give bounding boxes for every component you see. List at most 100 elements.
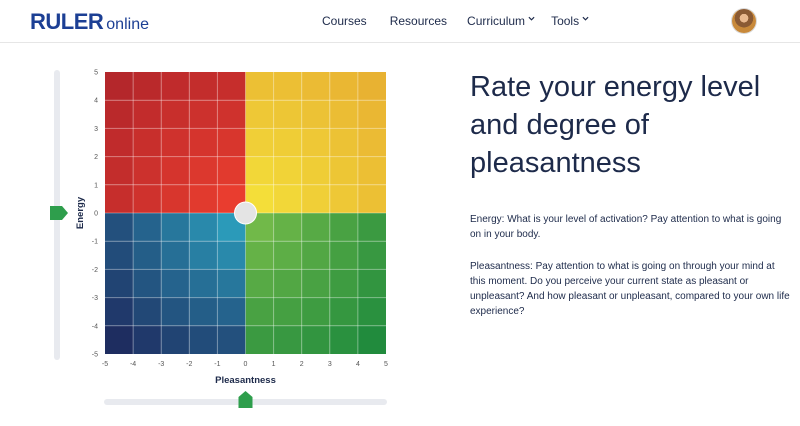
grid-cell[interactable] — [329, 100, 358, 129]
grid-cell[interactable] — [189, 128, 218, 157]
grid-cell[interactable] — [217, 241, 246, 270]
grid-cell[interactable] — [273, 128, 302, 157]
grid-cell[interactable] — [245, 128, 274, 157]
grid-cell[interactable] — [273, 241, 302, 270]
grid-cell[interactable] — [301, 156, 330, 185]
grid-cell[interactable] — [329, 325, 358, 354]
grid-cell[interactable] — [133, 128, 162, 157]
grid-cell[interactable] — [189, 297, 218, 326]
grid-cell[interactable] — [105, 325, 134, 354]
grid-cell[interactable] — [273, 269, 302, 298]
grid-cell[interactable] — [357, 213, 386, 242]
grid-cell[interactable] — [105, 156, 134, 185]
grid-cell[interactable] — [273, 100, 302, 129]
grid-cell[interactable] — [357, 241, 386, 270]
grid-cell[interactable] — [133, 156, 162, 185]
grid-cell[interactable] — [301, 325, 330, 354]
grid-cell[interactable] — [273, 156, 302, 185]
grid-cell[interactable] — [105, 72, 134, 101]
grid-cell[interactable] — [133, 269, 162, 298]
grid-cell[interactable] — [217, 297, 246, 326]
grid-cell[interactable] — [105, 297, 134, 326]
grid-cell[interactable] — [133, 184, 162, 213]
grid-cell[interactable] — [329, 241, 358, 270]
grid-cell[interactable] — [161, 184, 190, 213]
grid-cell[interactable] — [105, 128, 134, 157]
grid-cell[interactable] — [189, 241, 218, 270]
grid-cell[interactable] — [133, 325, 162, 354]
grid-cell[interactable] — [273, 184, 302, 213]
grid-cell[interactable] — [329, 72, 358, 101]
grid-cell[interactable] — [329, 184, 358, 213]
grid-cell[interactable] — [301, 184, 330, 213]
grid-cell[interactable] — [189, 269, 218, 298]
grid-cell[interactable] — [189, 100, 218, 129]
grid-cell[interactable] — [105, 241, 134, 270]
grid-cell[interactable] — [245, 297, 274, 326]
grid-cell[interactable] — [273, 297, 302, 326]
grid-cell[interactable] — [161, 325, 190, 354]
grid-cell[interactable] — [189, 156, 218, 185]
grid-cell[interactable] — [301, 100, 330, 129]
x-tick-label: 4 — [356, 361, 360, 368]
grid-cell[interactable] — [357, 269, 386, 298]
grid-cell[interactable] — [301, 72, 330, 101]
grid-cell[interactable] — [357, 128, 386, 157]
grid-cell[interactable] — [245, 241, 274, 270]
grid-cell[interactable] — [245, 156, 274, 185]
grid-cell[interactable] — [161, 213, 190, 242]
grid-cell[interactable] — [245, 325, 274, 354]
grid-cell[interactable] — [189, 184, 218, 213]
grid-cell[interactable] — [329, 297, 358, 326]
grid-cell[interactable] — [161, 128, 190, 157]
grid-cell[interactable] — [189, 72, 218, 101]
grid-cell[interactable] — [273, 213, 302, 242]
grid-cell[interactable] — [161, 269, 190, 298]
grid-cell[interactable] — [357, 325, 386, 354]
selected-point-marker[interactable] — [234, 201, 257, 225]
grid-cell[interactable] — [161, 72, 190, 101]
grid-cell[interactable] — [357, 156, 386, 185]
grid-cell[interactable] — [273, 325, 302, 354]
grid-cell[interactable] — [189, 325, 218, 354]
grid-cell[interactable] — [329, 213, 358, 242]
grid-cell[interactable] — [217, 100, 246, 129]
grid-cell[interactable] — [357, 297, 386, 326]
grid-cell[interactable] — [105, 100, 134, 129]
grid-cell[interactable] — [189, 213, 218, 242]
grid-cell[interactable] — [161, 241, 190, 270]
grid-cell[interactable] — [301, 241, 330, 270]
grid-cell[interactable] — [105, 213, 134, 242]
grid-cell[interactable] — [245, 100, 274, 129]
grid-cell[interactable] — [329, 156, 358, 185]
energy-slider-handle[interactable] — [50, 206, 68, 220]
grid-cell[interactable] — [217, 128, 246, 157]
grid-cell[interactable] — [105, 184, 134, 213]
grid-cell[interactable] — [133, 100, 162, 129]
grid-cell[interactable] — [161, 297, 190, 326]
grid-cell[interactable] — [329, 128, 358, 157]
grid-cell[interactable] — [301, 269, 330, 298]
pleasantness-slider-handle[interactable] — [238, 391, 253, 408]
grid-cell[interactable] — [217, 269, 246, 298]
grid-cell[interactable] — [357, 100, 386, 129]
grid-cell[interactable] — [301, 128, 330, 157]
grid-cell[interactable] — [133, 213, 162, 242]
grid-cell[interactable] — [161, 100, 190, 129]
grid-cell[interactable] — [329, 269, 358, 298]
grid-cell[interactable] — [217, 325, 246, 354]
grid-cell[interactable] — [217, 156, 246, 185]
grid-cell[interactable] — [301, 297, 330, 326]
grid-cell[interactable] — [161, 156, 190, 185]
grid-cell[interactable] — [133, 297, 162, 326]
grid-cell[interactable] — [357, 72, 386, 101]
grid-cell[interactable] — [217, 72, 246, 101]
grid-cell[interactable] — [133, 241, 162, 270]
grid-cell[interactable] — [245, 269, 274, 298]
grid-cell[interactable] — [105, 269, 134, 298]
grid-cell[interactable] — [245, 72, 274, 101]
grid-cell[interactable] — [301, 213, 330, 242]
grid-cell[interactable] — [273, 72, 302, 101]
grid-cell[interactable] — [357, 184, 386, 213]
grid-cell[interactable] — [133, 72, 162, 101]
